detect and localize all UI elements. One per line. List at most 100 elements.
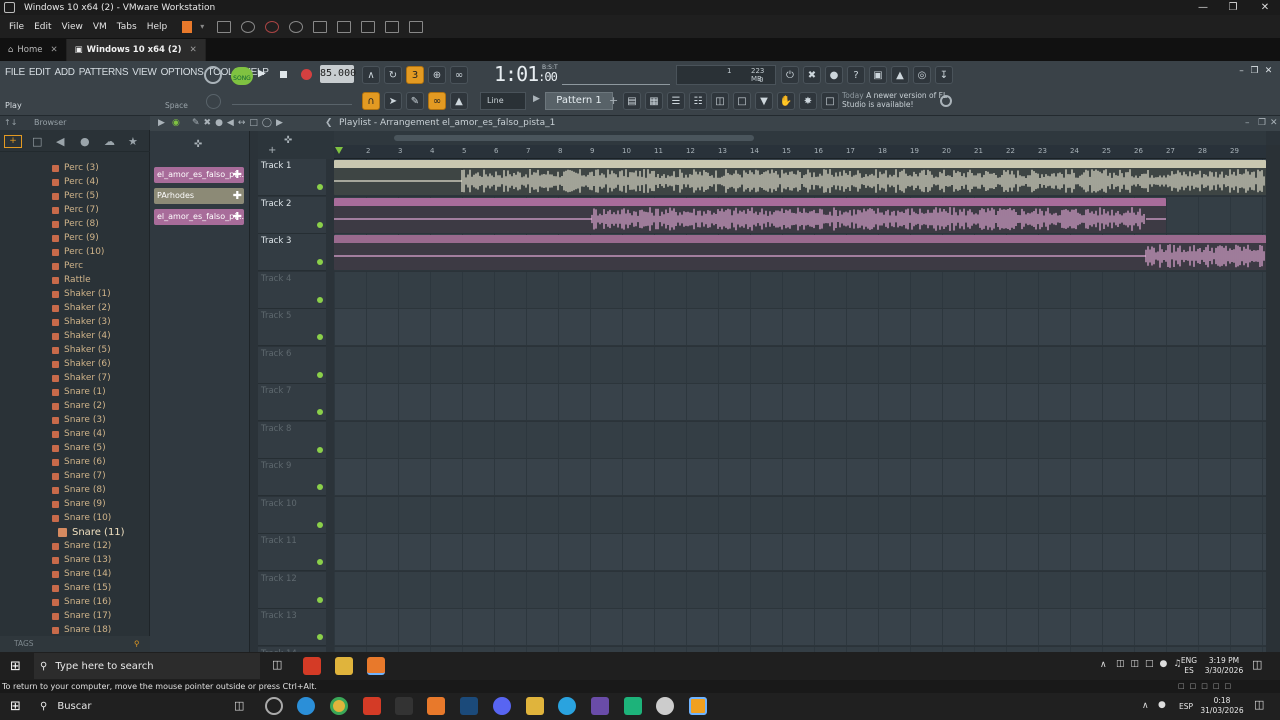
browser-plugin-icon[interactable]: ● bbox=[80, 135, 90, 148]
track-mute-led-icon[interactable] bbox=[317, 371, 323, 378]
stop-icon[interactable] bbox=[280, 71, 287, 78]
track-lane[interactable] bbox=[334, 421, 1266, 459]
playlist-minimize-icon[interactable]: – bbox=[1245, 116, 1250, 131]
piano-roll-icon[interactable]: ▦ bbox=[645, 92, 663, 110]
pitch-knob[interactable] bbox=[206, 94, 221, 109]
tempo-display[interactable]: 85.000 bbox=[320, 65, 356, 83]
menu-edit[interactable]: Edit bbox=[29, 22, 56, 32]
browser-back-icon[interactable]: ◀ bbox=[56, 135, 64, 148]
pattern-prev-icon[interactable]: ▶ bbox=[533, 94, 540, 104]
pause-dropdown-icon[interactable]: ▾ bbox=[200, 22, 204, 31]
track-lane[interactable] bbox=[334, 346, 1266, 384]
browser-item[interactable]: Shaker (7) bbox=[0, 371, 150, 385]
browser-item[interactable]: Rattle bbox=[0, 273, 150, 287]
browser-item[interactable]: Snare (5) bbox=[0, 441, 150, 455]
browser-item[interactable]: Snare (6) bbox=[0, 455, 150, 469]
track-lane[interactable] bbox=[334, 534, 1266, 571]
playlist-tools-icon[interactable]: ✎✖●◀↔□◯▶ bbox=[192, 116, 287, 131]
play-icon[interactable]: ▶ bbox=[258, 68, 266, 79]
telegram-icon[interactable] bbox=[558, 697, 576, 715]
menu-help[interactable]: Help bbox=[142, 22, 173, 32]
browser-item[interactable]: Snare (1) bbox=[0, 385, 150, 399]
add-pattern-icon[interactable]: + bbox=[609, 94, 618, 107]
track-lane[interactable] bbox=[334, 571, 1266, 609]
browser-item[interactable]: Snare (15) bbox=[0, 581, 150, 595]
metronome-icon[interactable]: ∧ bbox=[362, 66, 380, 84]
track-header[interactable]: Track 13 bbox=[258, 609, 326, 646]
browser-tags-bar[interactable]: TAGS ⚲ bbox=[0, 636, 150, 652]
track-header[interactable]: Track 9 bbox=[258, 459, 326, 496]
snap-magnet-icon[interactable]: ∩ bbox=[362, 92, 380, 110]
pick-clip-icon[interactable]: ✜ bbox=[194, 139, 202, 150]
track-mute-led-icon[interactable] bbox=[317, 634, 323, 640]
track-lane[interactable] bbox=[334, 309, 1266, 346]
folder-icon[interactable] bbox=[526, 697, 544, 715]
close-icon[interactable]: ✕ bbox=[1250, 0, 1280, 15]
track-mute-led-icon[interactable] bbox=[317, 184, 323, 190]
browser-search-icon[interactable]: ⚲ bbox=[134, 636, 140, 652]
browser-item[interactable]: Snare (8) bbox=[0, 483, 150, 497]
playhead-marker-icon[interactable] bbox=[335, 147, 343, 154]
guest-search-box[interactable]: ⚲ Type here to search bbox=[34, 653, 260, 679]
snapshot-icon[interactable] bbox=[241, 20, 256, 33]
save-icon[interactable]: ▣ bbox=[869, 66, 887, 84]
track-header[interactable]: Track 11 bbox=[258, 534, 326, 571]
playlist-view-icon[interactable]: ▤ bbox=[623, 92, 641, 110]
vmware-icon[interactable] bbox=[689, 697, 707, 715]
browser-item[interactable]: Snare (9) bbox=[0, 497, 150, 511]
add-icon[interactable]: ✚ bbox=[233, 188, 242, 204]
steam-icon[interactable] bbox=[460, 697, 478, 715]
track-header[interactable]: Track 3 bbox=[258, 234, 326, 271]
track-mute-led-icon[interactable] bbox=[317, 334, 323, 340]
host-clock[interactable]: 0:18 31/03/2026 bbox=[1200, 696, 1244, 716]
download-icon[interactable]: ↧ bbox=[935, 66, 953, 84]
browser-item[interactable]: Perc (5) bbox=[0, 189, 150, 203]
track-lane[interactable] bbox=[334, 609, 1266, 646]
revert-snapshot-icon[interactable] bbox=[265, 20, 280, 33]
browser-item[interactable]: Snare (7) bbox=[0, 469, 150, 483]
host-language[interactable]: ESP bbox=[1174, 702, 1198, 712]
touch-controller-icon[interactable]: ✋ bbox=[777, 92, 795, 110]
wait-for-input-icon[interactable]: ↻ bbox=[384, 66, 402, 84]
browser-item[interactable]: Shaker (2) bbox=[0, 301, 150, 315]
track-lane[interactable] bbox=[334, 459, 1266, 496]
blend-notes-icon[interactable]: ⊕ bbox=[428, 66, 446, 84]
track-mute-led-icon[interactable] bbox=[317, 596, 323, 603]
fl-close-icon[interactable]: ✕ bbox=[1263, 66, 1274, 77]
help-icon[interactable]: ? bbox=[847, 66, 865, 84]
track-header[interactable]: Track 4 bbox=[258, 271, 326, 309]
channel-rack-icon[interactable]: ☰ bbox=[667, 92, 685, 110]
send-ctrl-alt-del-icon[interactable] bbox=[217, 20, 232, 33]
brave-icon[interactable] bbox=[363, 697, 381, 715]
host-tray-expand-icon[interactable]: ∧ bbox=[1142, 701, 1149, 711]
news-panel[interactable]: Today A newer version of FL Studio is av… bbox=[842, 91, 952, 113]
fl-menu-patterns[interactable]: PATTERNS bbox=[77, 67, 130, 78]
browser-item[interactable]: Shaker (1) bbox=[0, 287, 150, 301]
menu-view[interactable]: View bbox=[57, 22, 88, 32]
close-icon[interactable]: ✕ bbox=[51, 45, 58, 55]
track-lane[interactable] bbox=[334, 271, 1266, 309]
track-mute-led-icon[interactable] bbox=[317, 521, 323, 528]
thumbnail-icon[interactable] bbox=[337, 20, 352, 33]
track-mute-led-icon[interactable] bbox=[317, 221, 323, 228]
chat-icon[interactable]: ◎ bbox=[913, 66, 931, 84]
fl-menu-edit[interactable]: EDIT bbox=[27, 67, 53, 78]
browser-cloud-icon[interactable]: ☁ bbox=[104, 135, 115, 148]
browser-files-icon[interactable]: □ bbox=[32, 135, 42, 148]
plugin-picker-icon[interactable]: □ bbox=[733, 92, 751, 110]
browser-all-icon[interactable]: + bbox=[4, 135, 22, 148]
browser-item[interactable]: Snare (13) bbox=[0, 553, 150, 567]
track-header[interactable]: Track 1 bbox=[258, 159, 326, 196]
link-tool-icon[interactable]: ∞ bbox=[428, 92, 446, 110]
browser-item[interactable]: Snare (14) bbox=[0, 567, 150, 581]
tab-home[interactable]: ⌂ Home ✕ bbox=[0, 39, 67, 61]
browser-item[interactable]: Perc (3) bbox=[0, 161, 150, 175]
render-icon[interactable]: ▲ bbox=[891, 66, 909, 84]
windows-start-icon[interactable]: ⊞ bbox=[10, 659, 21, 674]
browser-item[interactable]: Shaker (6) bbox=[0, 357, 150, 371]
track-header[interactable]: Track 5 bbox=[258, 309, 326, 346]
browser-item[interactable]: Perc (4) bbox=[0, 175, 150, 189]
file-explorer-icon[interactable] bbox=[335, 657, 353, 675]
clip-source-item[interactable]: el_amor_es_falso_pi... ✚ bbox=[154, 167, 244, 183]
browser-item[interactable]: Snare (2) bbox=[0, 399, 150, 413]
